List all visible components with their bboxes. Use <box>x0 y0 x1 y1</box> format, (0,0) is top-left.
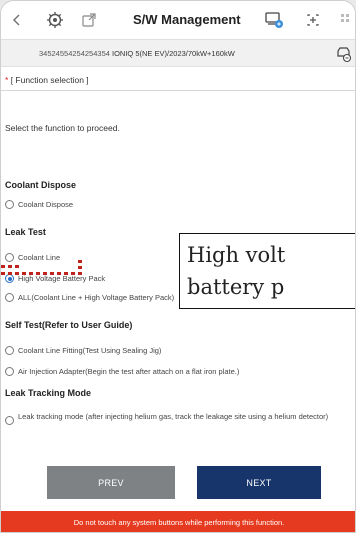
settings-gear-icon[interactable] <box>45 10 65 30</box>
section-title-text: [ Function selection ] <box>10 75 89 85</box>
radio-label: Leak tracking mode (after injecting heli… <box>18 412 329 421</box>
required-star: * <box>5 75 9 85</box>
top-bar: S/W Management <box>1 1 355 39</box>
back-chevron-icon[interactable] <box>7 10 27 30</box>
callout-pointer-dots <box>1 260 82 275</box>
divider <box>1 90 355 91</box>
vehicle-ecu-icon[interactable] <box>264 10 284 30</box>
vehicle-model: IONIQ 5(NE EV)/2023/70kW+160kW <box>112 49 235 58</box>
screen: S/W Management 34524554254254354 IONIQ 5… <box>0 0 356 533</box>
function-selection-title: * [ Function selection ] <box>5 75 89 85</box>
radio-label: Air Injection Adapter(Begin the test aft… <box>18 367 240 376</box>
coolant-dispose-heading: Coolant Dispose <box>5 180 77 190</box>
radio-coolant-line-fitting[interactable]: Coolant Line Fitting(Test Using Sealing … <box>5 346 161 355</box>
page-title: S/W Management <box>133 12 241 27</box>
instruction-text: Select the function to proceed. <box>5 123 120 133</box>
self-test-heading: Self Test(Refer to User Guide) <box>5 320 133 330</box>
radio-leak-tracking-mode[interactable]: Leak tracking mode (after injecting heli… <box>5 412 355 425</box>
radio-label: Coolant Line Fitting(Test Using Sealing … <box>18 346 162 355</box>
zoom-callout: High volt battery p <box>179 233 355 309</box>
leak-tracking-heading: Leak Tracking Mode <box>5 388 92 398</box>
vehicle-info-strip: 34524554254254354 IONIQ 5(NE EV)/2023/70… <box>1 39 355 67</box>
radio-button[interactable] <box>5 416 14 425</box>
radio-label: ALL(Coolant Line + High Voltage Battery … <box>18 293 175 302</box>
radio-button[interactable] <box>5 346 14 355</box>
next-button[interactable]: NEXT <box>197 466 321 499</box>
callout-line-2: battery p <box>187 275 285 299</box>
prev-button[interactable]: PREV <box>47 466 175 499</box>
vehicle-info: 34524554254254354 IONIQ 5(NE EV)/2023/70… <box>39 49 235 58</box>
vin-number: 34524554254254354 <box>39 49 110 58</box>
radio-air-injection-adapter[interactable]: Air Injection Adapter(Begin the test aft… <box>5 367 239 376</box>
radio-coolant-dispose[interactable]: Coolant Dispose <box>5 200 73 209</box>
radio-label: Coolant Dispose <box>18 200 74 209</box>
add-window-icon[interactable] <box>303 10 323 30</box>
leak-test-heading: Leak Test <box>5 227 46 237</box>
radio-button[interactable] <box>5 293 14 302</box>
vehicle-connect-icon[interactable] <box>335 45 353 63</box>
warning-bar: Do not touch any system buttons while pe… <box>1 511 355 532</box>
radio-button[interactable] <box>5 367 14 376</box>
radio-all-leak[interactable]: ALL(Coolant Line + High Voltage Battery … <box>5 293 174 302</box>
radio-button[interactable] <box>5 200 14 209</box>
grid-menu-icon[interactable] <box>337 10 355 30</box>
callout-line-1: High volt <box>187 243 286 267</box>
export-icon[interactable] <box>79 10 99 30</box>
